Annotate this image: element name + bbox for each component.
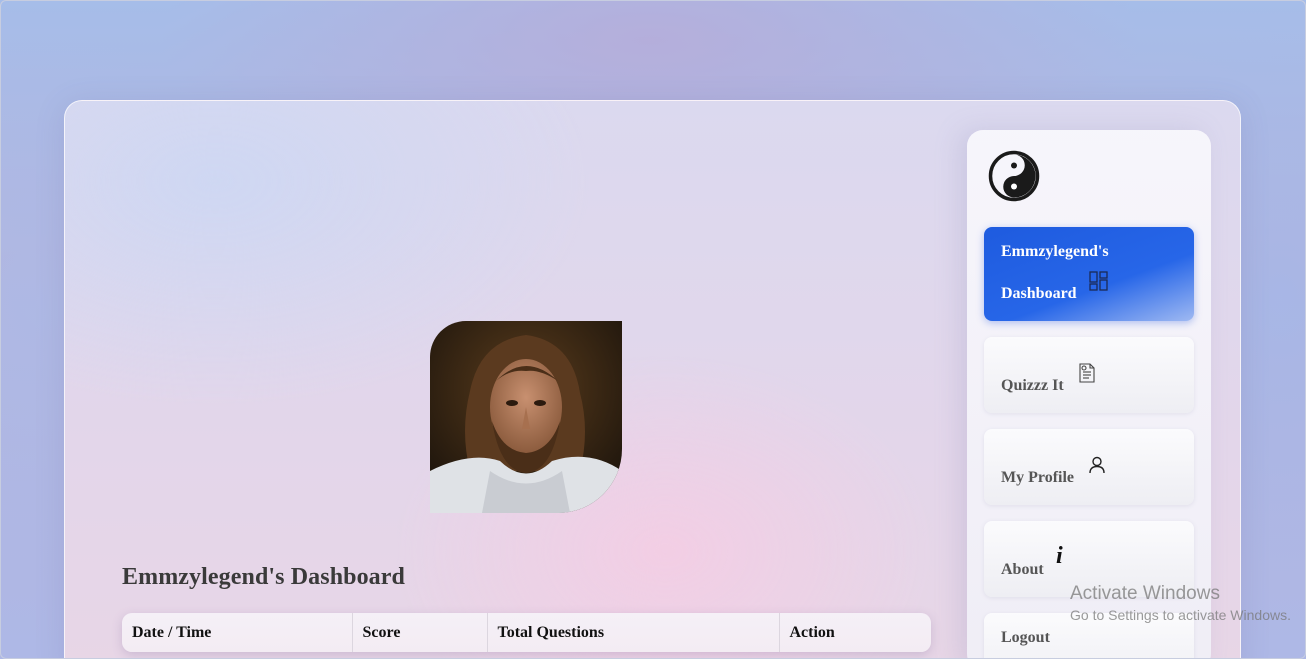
info-icon: i: [1056, 543, 1063, 569]
watermark-title: Activate Windows: [1070, 583, 1220, 604]
sidebar-item-label: Logout: [1001, 629, 1050, 646]
user-icon: [1088, 456, 1106, 479]
sidebar-item-label: About: [1001, 561, 1044, 578]
sidebar-item-label: My Profile: [1001, 469, 1075, 486]
dashboard-grid-icon: [1089, 271, 1109, 296]
table-header-row: Date / Time Score Total Questions Action: [122, 613, 931, 652]
profile-avatar: [430, 321, 622, 513]
sidebar: Emmzylegend's Dashboard Quizzz It My Pro…: [967, 130, 1211, 659]
column-header-date-time: Date / Time: [122, 613, 353, 652]
sidebar-item-label: Quizzz It: [1001, 377, 1064, 394]
sidebar-item-quizzz-it[interactable]: Quizzz It: [984, 337, 1194, 413]
watermark-subtitle: Go to Settings to activate Windows.: [1070, 607, 1291, 623]
sidebar-item-label: Emmzylegend's Dashboard: [1001, 243, 1109, 302]
yin-yang-icon[interactable]: [988, 150, 1040, 202]
column-header-total-questions: Total Questions: [487, 613, 780, 652]
column-header-action: Action: [789, 623, 835, 641]
column-header-score: Score: [352, 613, 488, 652]
sidebar-item-my-profile[interactable]: My Profile: [984, 429, 1194, 505]
quiz-document-icon: [1078, 363, 1096, 388]
sidebar-item-dashboard[interactable]: Emmzylegend's Dashboard: [984, 227, 1194, 321]
results-table: Date / Time Score Total Questions Action: [122, 613, 931, 652]
avatar-portrait: [430, 321, 622, 513]
windows-activation-watermark: Activate Windows Go to Settings to activ…: [1070, 583, 1291, 625]
page-title: Emmzylegend's Dashboard: [122, 564, 405, 590]
